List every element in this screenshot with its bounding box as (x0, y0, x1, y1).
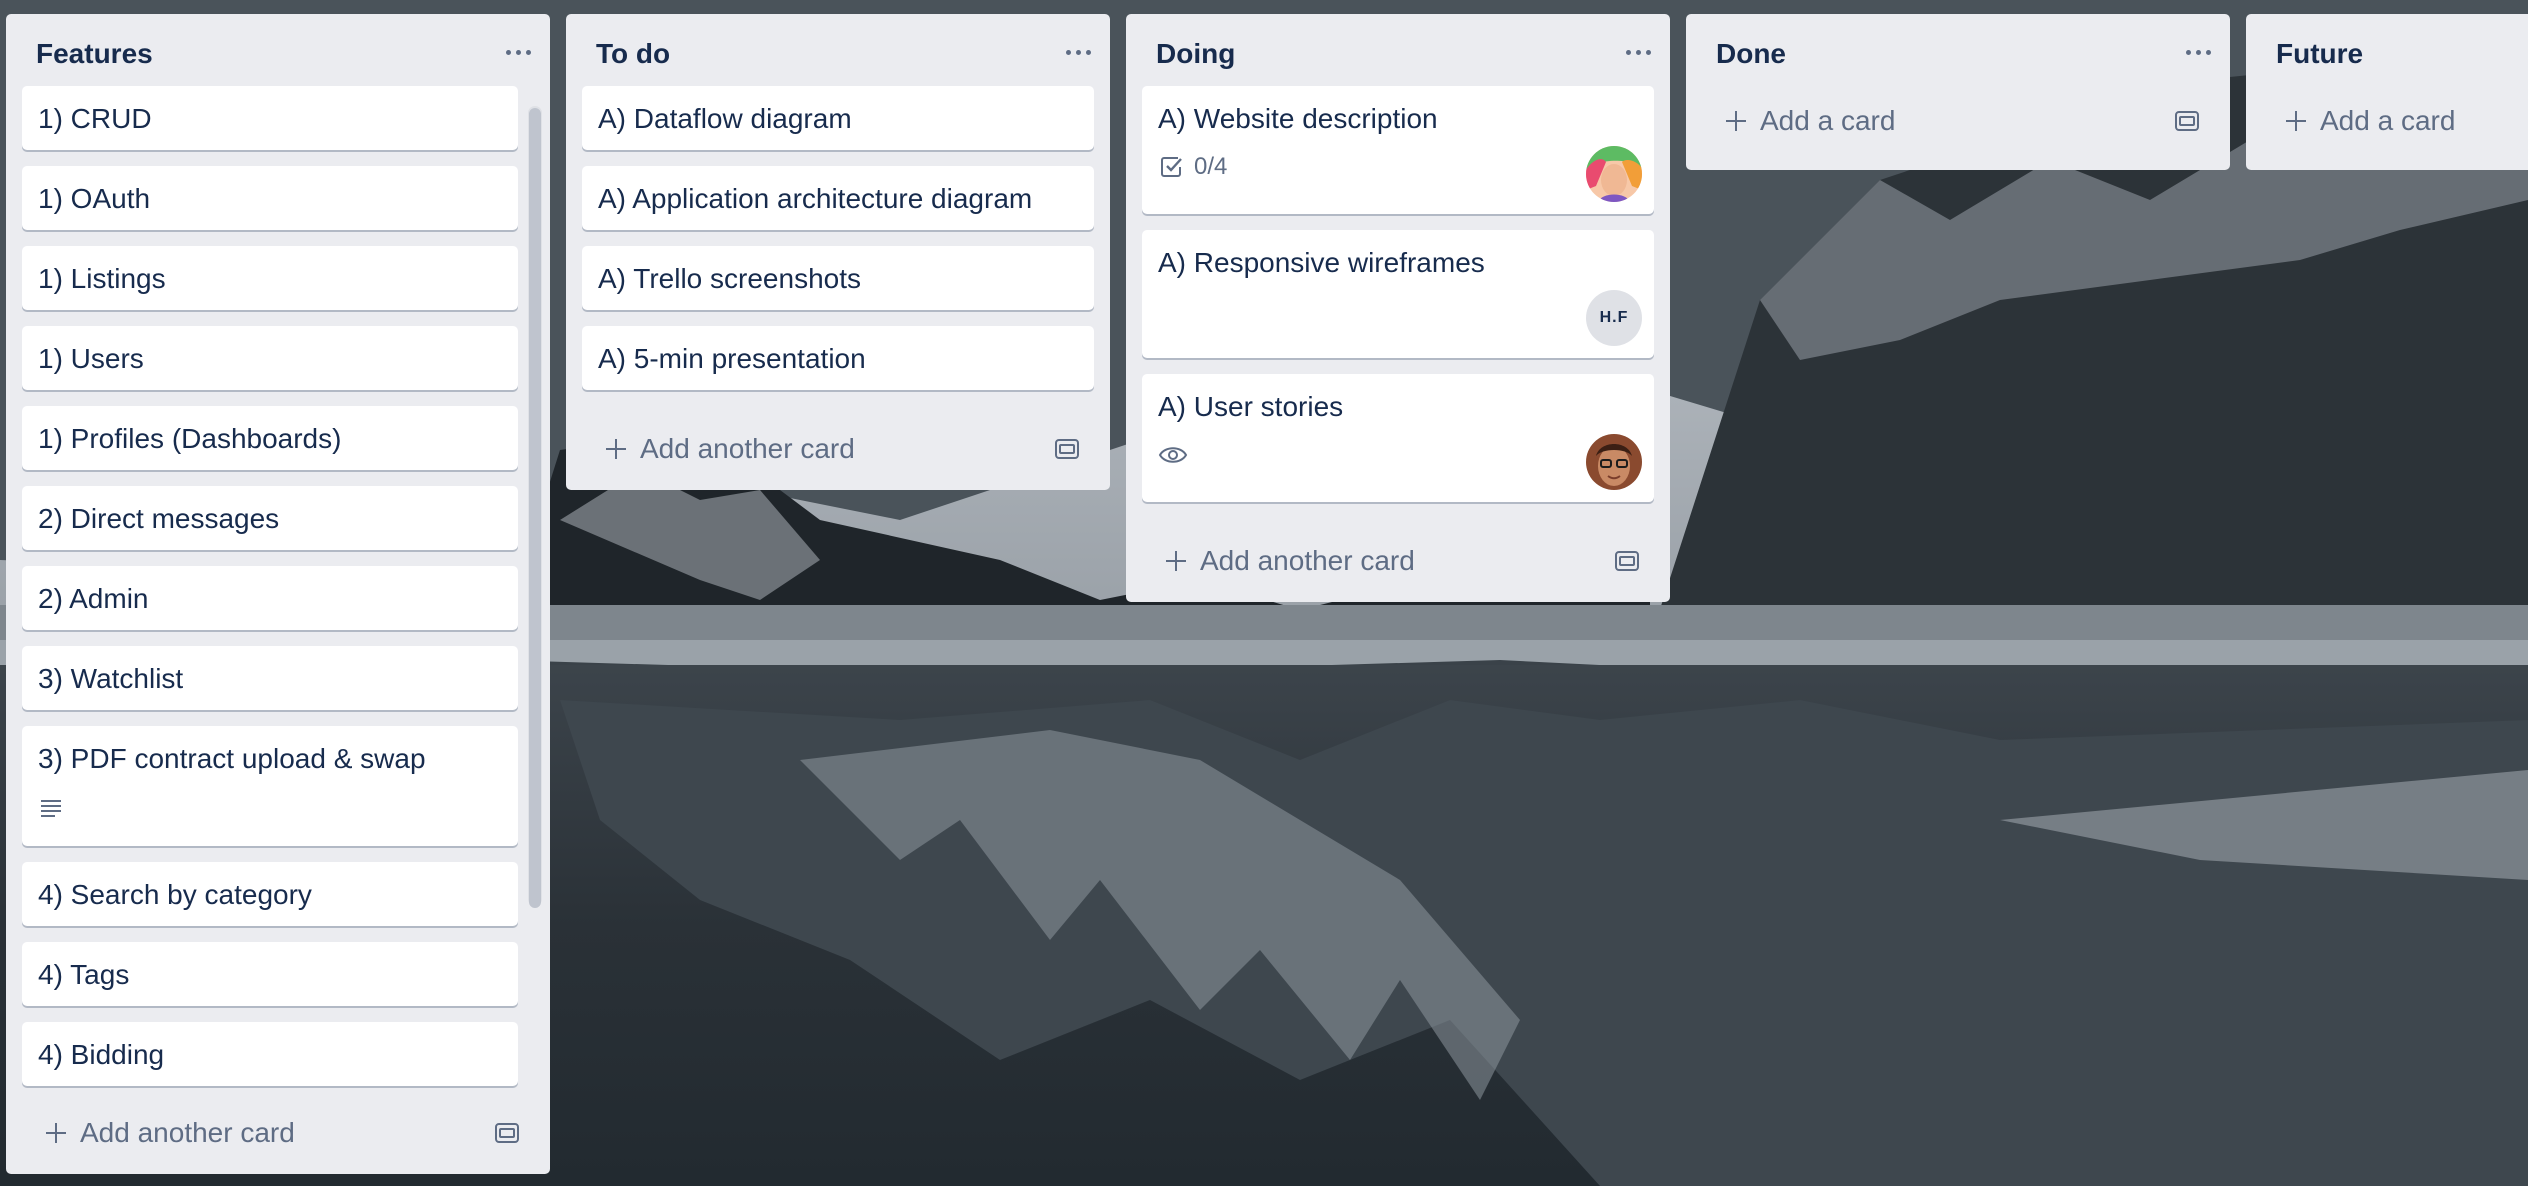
add-card-label: Add another card (80, 1117, 295, 1148)
add-card-label: Add a card (2320, 105, 2456, 136)
card[interactable]: 2) Admin (22, 566, 518, 630)
card[interactable]: A) Application architecture diagram (582, 166, 1094, 230)
card-title: 4) Search by category (38, 879, 312, 910)
description-icon (41, 800, 61, 817)
card-title: A) Website description (1158, 103, 1438, 134)
card-template-icon[interactable] (1054, 436, 1080, 462)
card-title: 2) Direct messages (38, 503, 280, 534)
card[interactable]: 4) Search by category (22, 862, 518, 926)
card-title: A) Application architecture diagram (598, 183, 1033, 214)
card-template-icon[interactable] (1614, 548, 1640, 574)
card-badges: 0/4 (1158, 153, 1638, 180)
add-card-label: Add a card (1760, 105, 1896, 136)
add-card-label: Add another card (1200, 545, 1415, 576)
list-header: Doing (1126, 14, 1670, 94)
plus-icon (1166, 551, 1186, 571)
list-scrollbar-thumb[interactable] (529, 108, 541, 908)
card[interactable]: 4) Tags (22, 942, 518, 1006)
list-title[interactable]: Features (36, 38, 153, 70)
card[interactable]: 1) Profiles (Dashboards) (22, 406, 518, 470)
card-template-icon[interactable] (2174, 108, 2200, 134)
checklist-icon (1161, 157, 1182, 177)
card[interactable]: A) Trello screenshots (582, 246, 1094, 310)
checklist-count: 0/4 (1194, 153, 1228, 180)
card-title: 1) Profiles (Dashboards) (38, 423, 342, 454)
avatar[interactable]: H.F (1586, 290, 1642, 346)
card[interactable]: A) 5-min presentation (582, 326, 1094, 390)
card[interactable]: 4) Bidding (22, 1022, 518, 1086)
list-header: Done (1686, 14, 2230, 94)
card-title: 3) Watchlist (38, 663, 184, 694)
list-doing: Doing A) Website description 0/4 A) Resp… (1126, 14, 1670, 602)
card[interactable]: 2) Direct messages (22, 486, 518, 550)
card-title: 4) Tags (38, 959, 130, 990)
avatar[interactable] (1586, 434, 1642, 490)
plus-icon (46, 1123, 66, 1143)
card-title: 1) Listings (38, 263, 166, 294)
card[interactable]: 1) OAuth (22, 166, 518, 230)
avatar[interactable] (1586, 146, 1642, 202)
card[interactable]: A) Dataflow diagram (582, 86, 1094, 150)
card-template-icon[interactable] (494, 1120, 520, 1146)
list-title[interactable]: Future (2276, 38, 2363, 70)
card-title: A) 5-min presentation (598, 343, 866, 374)
more-horizontal-icon[interactable] (1618, 36, 1658, 68)
board: Features 1) CRUD 1) OAuth 1) Listings 1)… (0, 0, 2528, 1186)
add-card-button[interactable]: Add another card (6, 1098, 550, 1168)
more-horizontal-icon[interactable] (1058, 36, 1098, 68)
add-card-button[interactable]: Add another card (566, 414, 1110, 484)
list-future: Future Add a card (2246, 14, 2528, 170)
add-card-button[interactable]: Add another card (1126, 526, 1670, 596)
add-card-button[interactable]: Add a card (2246, 86, 2528, 156)
list-to-do: To do A) Dataflow diagram A) Application… (566, 14, 1110, 490)
list-title[interactable]: Doing (1156, 38, 1235, 70)
more-horizontal-icon[interactable] (2178, 36, 2218, 68)
card-list: A) Dataflow diagram A) Application archi… (566, 86, 1110, 390)
card[interactable]: 3) PDF contract upload & swap (22, 726, 518, 846)
card-title: A) Trello screenshots (598, 263, 861, 294)
card-title: 2) Admin (38, 583, 149, 614)
card-list: A) Website description 0/4 A) Responsive… (1126, 86, 1670, 502)
card-title: A) User stories (1158, 391, 1344, 422)
card-list: 1) CRUD 1) OAuth 1) Listings 1) Users 1)… (6, 86, 550, 1086)
card[interactable]: 1) Listings (22, 246, 518, 310)
plus-icon (606, 439, 626, 459)
list-scrollbar[interactable] (528, 106, 542, 908)
card[interactable]: A) Responsive wireframes H.F (1142, 230, 1654, 358)
card[interactable]: A) Website description 0/4 (1142, 86, 1654, 214)
card[interactable]: 1) Users (22, 326, 518, 390)
add-card-button[interactable]: Add a card (1686, 86, 2230, 156)
plus-icon (1726, 111, 1746, 131)
plus-icon (2286, 111, 2306, 131)
card-title: 1) CRUD (38, 103, 152, 134)
list-title[interactable]: Done (1716, 38, 1786, 70)
more-horizontal-icon[interactable] (498, 36, 538, 68)
card-title: 3) PDF contract upload & swap (38, 743, 426, 774)
card-title: A) Dataflow diagram (598, 103, 852, 134)
list-title[interactable]: To do (596, 38, 670, 70)
card-title: A) Responsive wireframes (1158, 247, 1485, 278)
card-title: 4) Bidding (38, 1039, 165, 1070)
eye-icon (1158, 447, 1188, 463)
card-title: 1) Users (38, 343, 144, 374)
list-header: Future (2246, 14, 2528, 94)
card[interactable]: A) User stories (1142, 374, 1654, 502)
list-header: To do (566, 14, 1110, 94)
card[interactable]: 1) CRUD (22, 86, 518, 150)
card-badges (38, 794, 502, 820)
add-card-label: Add another card (640, 433, 855, 464)
list-features: Features 1) CRUD 1) OAuth 1) Listings 1)… (6, 14, 550, 1174)
card[interactable]: 3) Watchlist (22, 646, 518, 710)
card-badges (1158, 442, 1638, 468)
card-title: 1) OAuth (38, 183, 151, 214)
list-header: Features (6, 14, 550, 94)
list-done: Done Add a card (1686, 14, 2230, 170)
